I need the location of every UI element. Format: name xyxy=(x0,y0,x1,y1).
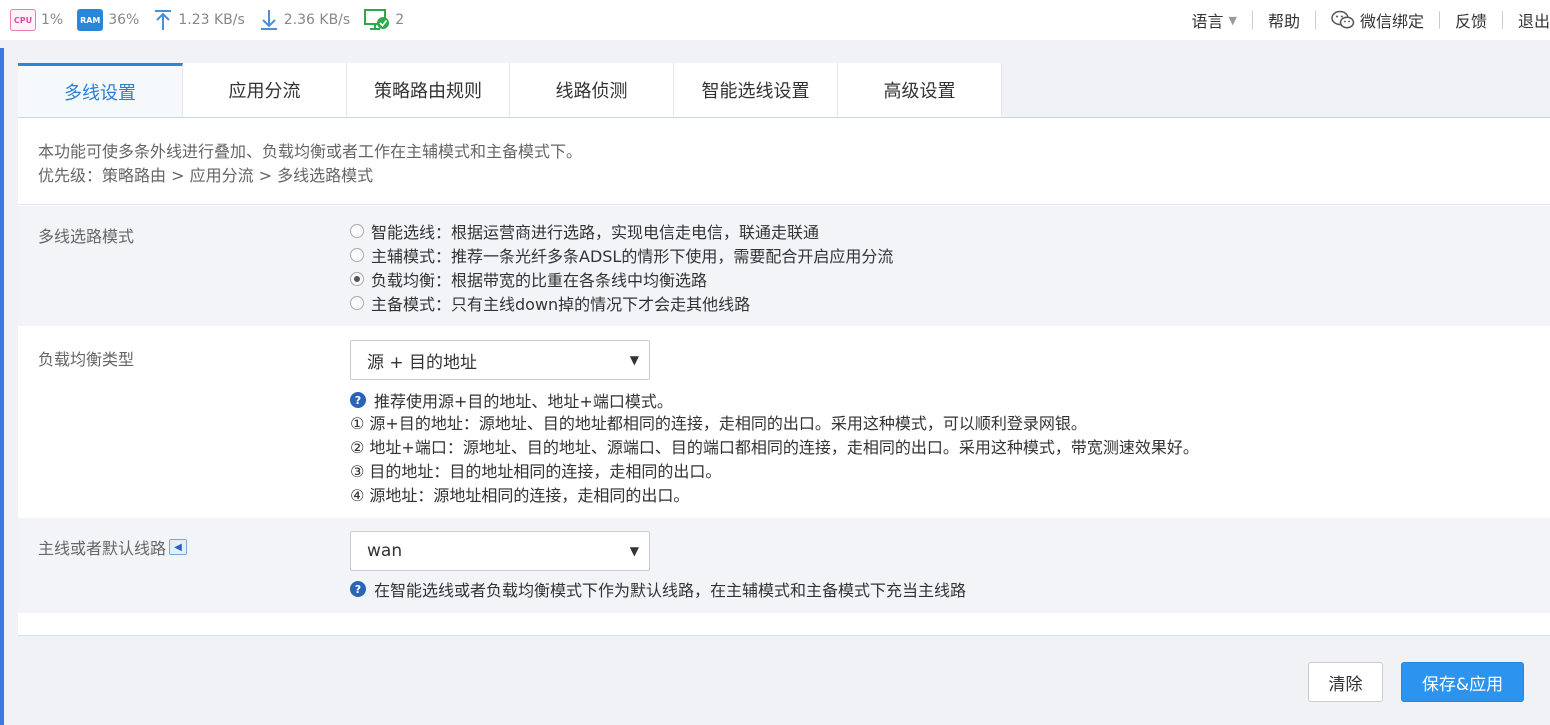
question-icon: ? xyxy=(350,392,366,408)
left-accent-strip xyxy=(0,48,4,725)
upload-value: 1.23 KB/s xyxy=(178,12,245,28)
language-menu[interactable]: 语言 ▼ xyxy=(1176,8,1251,32)
ram-icon: RAM xyxy=(77,9,104,31)
tab-line-detection[interactable]: 线路侦测 xyxy=(510,63,674,117)
default-line-label: 主线或者默认线路 xyxy=(38,539,167,558)
mode-option-load-balance[interactable]: 负载均衡：根据带宽的比重在各条线中均衡选路 xyxy=(350,267,893,291)
mode-option-label: 智能选线：根据运营商进行选路，实现电信走电信，联通走联通 xyxy=(371,223,820,242)
download-stat: 2.36 KB/s xyxy=(259,9,350,31)
balance-type-value: 源 + 目的地址 xyxy=(367,352,478,373)
tab-advanced-settings[interactable]: 高级设置 xyxy=(838,63,1002,117)
mode-label: 多线选路模式 xyxy=(38,227,135,246)
caret-down-icon: ▼ xyxy=(1228,13,1237,27)
upload-arrow-icon xyxy=(155,10,172,30)
mode-radio-group: 智能选线：根据运营商进行选路，实现电信走电信，联通走联通 主辅模式：推荐一条光纤… xyxy=(350,219,893,315)
radio-button-selected[interactable] xyxy=(350,272,364,286)
wechat-bind-label: 微信绑定 xyxy=(1359,12,1424,31)
default-line-select[interactable]: wan ▼ xyxy=(350,531,650,571)
feedback-label: 反馈 xyxy=(1454,12,1487,31)
download-value: 2.36 KB/s xyxy=(283,12,351,28)
top-menu: 语言 ▼ 帮助 微信绑定 反馈 退出 xyxy=(1176,0,1550,40)
radio-button[interactable] xyxy=(350,248,364,262)
help-label: 帮助 xyxy=(1267,12,1300,31)
divider xyxy=(18,204,1550,205)
back-arrow-icon[interactable]: ◀ xyxy=(169,539,188,555)
settings-panel: 本功能可使多条外线进行叠加、负载均衡或者工作在主辅模式和主备模式下。 优先级：策… xyxy=(18,117,1550,636)
mode-option-label: 负载均衡：根据带宽的比重在各条线中均衡选路 xyxy=(371,271,708,290)
tab-smart-line-settings[interactable]: 智能选线设置 xyxy=(674,63,838,117)
balance-help: ? 推荐使用源+目的地址、地址+端口模式。 ① 源+目的地址：源地址、目的地址都… xyxy=(350,388,1199,508)
question-icon: ? xyxy=(350,581,366,597)
cpu-icon: CPU xyxy=(10,9,36,31)
ram-value: 36% xyxy=(108,12,140,28)
devices-stat[interactable]: 2 xyxy=(364,8,404,32)
balance-type-label: 负载均衡类型 xyxy=(38,350,135,369)
mode-option-primary-backup[interactable]: 主备模式：只有主线down掉的情况下才会走其他线路 xyxy=(350,291,893,315)
radio-button[interactable] xyxy=(350,296,364,310)
clear-button[interactable]: 清除 xyxy=(1308,662,1383,702)
logout-link[interactable]: 退出 xyxy=(1503,8,1550,32)
balance-help-text: 推荐使用源+目的地址、地址+端口模式。 xyxy=(374,392,673,411)
mode-option-label: 主辅模式：推荐一条光纤多条ADSL的情形下使用，需要配合开启应用分流 xyxy=(371,247,894,266)
balance-note: ② 地址+端口：源地址、目的地址、源端口、目的端口都相同的连接，走相同的出口。采… xyxy=(350,438,1199,457)
default-line-row: 主线或者默认线路 ◀ wan ▼ ? 在智能选线或者负载均衡模式下作为默认线路，… xyxy=(18,518,1550,613)
default-line-label-wrap: 主线或者默认线路 ◀ xyxy=(38,535,188,559)
intro-text: 本功能可使多条外线进行叠加、负载均衡或者工作在主辅模式和主备模式下。 优先级：策… xyxy=(38,140,582,188)
mode-option-label: 主备模式：只有主线down掉的情况下才会走其他线路 xyxy=(371,295,751,314)
mode-row: 多线选路模式 智能选线：根据运营商进行选路，实现电信走电信，联通走联通 主辅模式… xyxy=(18,206,1550,326)
balance-note: ① 源+目的地址：源地址、目的地址都相同的连接，走相同的出口。采用这种模式，可以… xyxy=(350,414,1087,433)
balance-help-line: ? 推荐使用源+目的地址、地址+端口模式。 xyxy=(350,388,1199,412)
status-stats: CPU 1% RAM 36% 1.23 KB/s 2.36 KB/s 2 xyxy=(0,0,418,40)
default-line-help: ? 在智能选线或者负载均衡模式下作为默认线路，在主辅模式和主备模式下充当主线路 xyxy=(350,577,966,601)
radio-button[interactable] xyxy=(350,224,364,238)
devices-count: 2 xyxy=(395,12,405,28)
upload-stat: 1.23 KB/s xyxy=(153,9,245,31)
monitor-check-icon xyxy=(364,9,390,30)
feedback-link[interactable]: 反馈 xyxy=(1440,8,1502,32)
balance-type-row: 负载均衡类型 源 + 目的地址 ▼ ? 推荐使用源+目的地址、地址+端口模式。 … xyxy=(18,326,1550,518)
tab-policy-route-rules[interactable]: 策略路由规则 xyxy=(347,63,510,117)
cpu-stat: CPU 1% xyxy=(10,9,63,31)
balance-note: ④ 源地址：源地址相同的连接，走相同的出口。 xyxy=(350,486,690,505)
balance-note: ③ 目的地址：目的地址相同的连接，走相同的出口。 xyxy=(350,462,722,481)
tab-multiline-settings[interactable]: 多线设置 xyxy=(18,63,183,117)
mode-option-smart[interactable]: 智能选线：根据运营商进行选路，实现电信走电信，联通走联通 xyxy=(350,219,893,243)
default-line-help-text: 在智能选线或者负载均衡模式下作为默认线路，在主辅模式和主备模式下充当主线路 xyxy=(374,581,967,600)
wechat-icon xyxy=(1331,10,1355,29)
cpu-value: 1% xyxy=(41,12,64,28)
balance-type-select[interactable]: 源 + 目的地址 ▼ xyxy=(350,340,650,380)
intro-line-2: 优先级：策略路由 > 应用分流 > 多线选路模式 xyxy=(38,166,374,185)
language-label: 语言 xyxy=(1191,12,1224,31)
default-line-value: wan xyxy=(367,541,403,561)
logout-label: 退出 xyxy=(1517,12,1550,31)
default-line-content: wan ▼ ? 在智能选线或者负载均衡模式下作为默认线路，在主辅模式和主备模式下… xyxy=(350,531,966,601)
balance-type-content: 源 + 目的地址 ▼ ? 推荐使用源+目的地址、地址+端口模式。 ① 源+目的地… xyxy=(350,340,1199,508)
tab-bar: 多线设置 应用分流 策略路由规则 线路侦测 智能选线设置 高级设置 xyxy=(18,63,1002,117)
caret-down-icon: ▼ xyxy=(629,353,639,367)
save-apply-button[interactable]: 保存&应用 xyxy=(1401,662,1524,702)
top-bar: CPU 1% RAM 36% 1.23 KB/s 2.36 KB/s 2 语言 … xyxy=(0,0,1550,40)
download-arrow-icon xyxy=(260,10,277,30)
tab-app-routing[interactable]: 应用分流 xyxy=(183,63,347,117)
mode-option-primary-auxiliary[interactable]: 主辅模式：推荐一条光纤多条ADSL的情形下使用，需要配合开启应用分流 xyxy=(350,243,893,267)
intro-line-1: 本功能可使多条外线进行叠加、负载均衡或者工作在主辅模式和主备模式下。 xyxy=(38,142,583,161)
caret-down-icon: ▼ xyxy=(629,544,639,558)
ram-stat: RAM 36% xyxy=(77,9,139,31)
help-link[interactable]: 帮助 xyxy=(1253,8,1315,32)
wechat-bind-link[interactable]: 微信绑定 xyxy=(1316,8,1439,32)
